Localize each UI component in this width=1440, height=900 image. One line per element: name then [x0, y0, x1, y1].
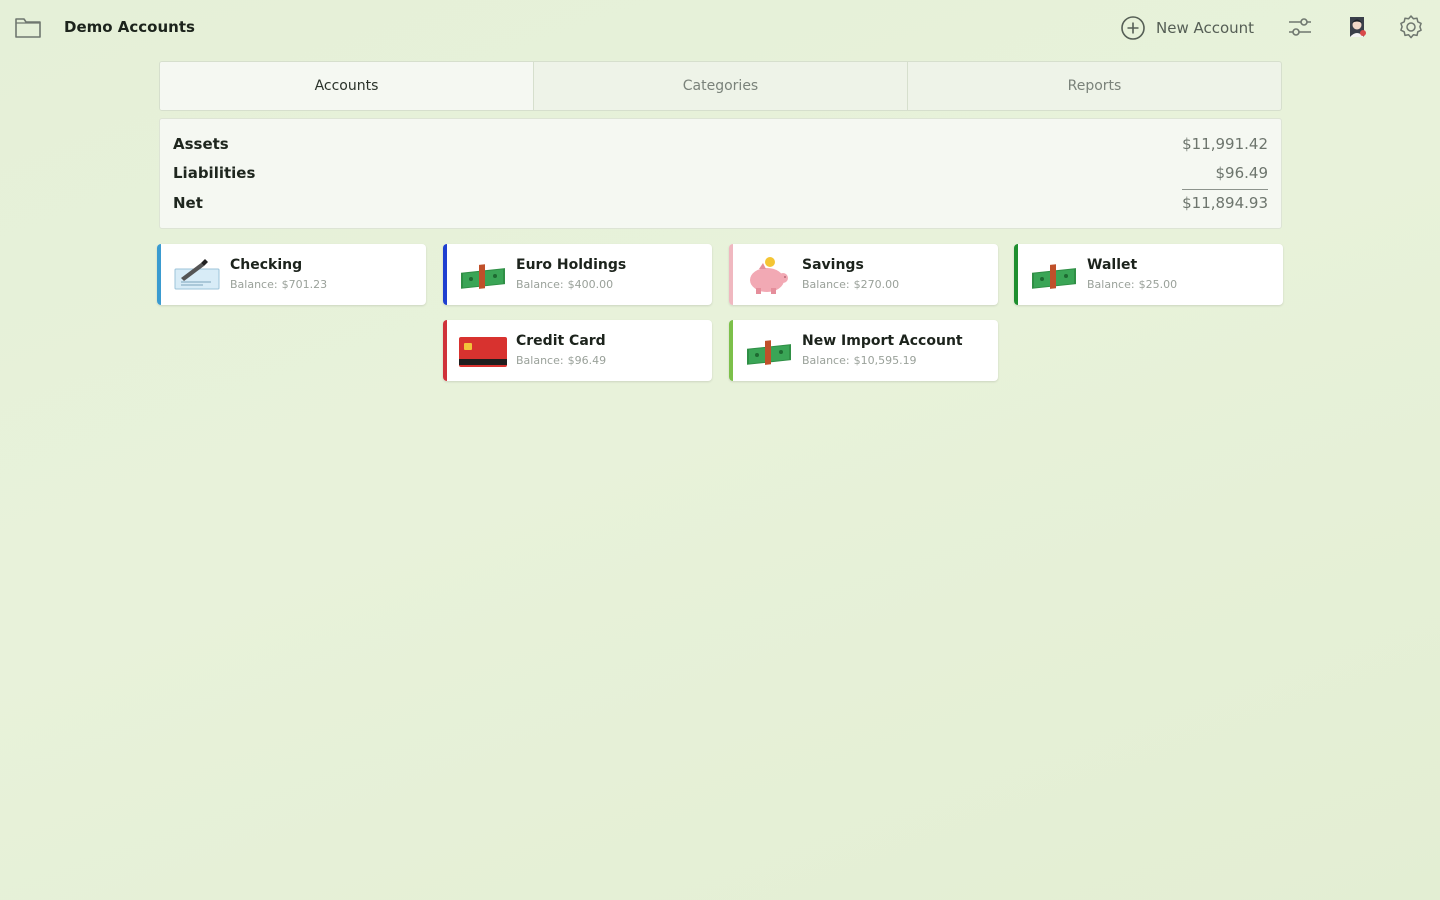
account-accent: [157, 244, 161, 305]
account-name: Savings: [802, 257, 864, 273]
account-card-checking[interactable]: Checking Balance: $701.23: [157, 244, 426, 305]
add-circle-icon: [1121, 16, 1145, 40]
assets-row: Assets $11,991.42: [173, 135, 1268, 157]
cash-icon: [461, 264, 505, 289]
view-tabs: Accounts Categories Reports: [159, 61, 1282, 111]
cash-icon: [1032, 264, 1076, 289]
new-account-label: New Account: [1156, 19, 1255, 37]
account-balance: Balance: $10,595.19: [802, 354, 917, 367]
account-card-euro-holdings[interactable]: Euro Holdings Balance: $400.00: [443, 244, 712, 305]
top-bar: Demo Accounts New Account: [0, 0, 1440, 56]
avatar-icon[interactable]: [1343, 13, 1371, 41]
credit-card-icon: [459, 337, 507, 367]
net-label: Net: [173, 194, 203, 212]
account-card-wallet[interactable]: Wallet Balance: $25.00: [1014, 244, 1283, 305]
sliders-icon[interactable]: [1286, 13, 1314, 41]
account-accent: [1014, 244, 1018, 305]
account-name: Checking: [230, 257, 303, 273]
folder-icon[interactable]: [14, 15, 42, 39]
account-accent: [443, 244, 447, 305]
net-row: Net $11,894.93: [173, 194, 1268, 216]
liabilities-label: Liabilities: [173, 164, 256, 182]
app-title: Demo Accounts: [64, 18, 195, 36]
summary-divider: [1182, 189, 1268, 190]
account-balance: Balance: $400.00: [516, 278, 614, 291]
tab-categories[interactable]: Categories: [533, 62, 907, 110]
tab-accounts[interactable]: Accounts: [160, 62, 533, 110]
account-accent: [729, 320, 733, 381]
piggy-bank-icon: [750, 257, 788, 294]
account-name: Wallet: [1087, 257, 1138, 273]
assets-value: $11,991.42: [1182, 135, 1268, 153]
account-card-new-import-account[interactable]: New Import Account Balance: $10,595.19: [729, 320, 998, 381]
account-balance: Balance: $25.00: [1087, 278, 1178, 291]
balance-summary: Assets $11,991.42 Liabilities $96.49 Net…: [159, 118, 1282, 229]
cash-icon: [747, 340, 791, 365]
gear-icon[interactable]: [1397, 13, 1425, 41]
new-account-button[interactable]: New Account: [1120, 13, 1254, 43]
account-balance: Balance: $270.00: [802, 278, 900, 291]
account-card-credit-card[interactable]: Credit Card Balance: $96.49: [443, 320, 712, 381]
account-accent: [729, 244, 733, 305]
net-value: $11,894.93: [1182, 194, 1268, 212]
account-accent: [443, 320, 447, 381]
account-card-savings[interactable]: Savings Balance: $270.00: [729, 244, 998, 305]
account-name: New Import Account: [802, 333, 963, 349]
account-balance: Balance: $96.49: [516, 354, 607, 367]
account-balance: Balance: $701.23: [230, 278, 328, 291]
account-name: Credit Card: [516, 333, 606, 349]
account-name: Euro Holdings: [516, 257, 627, 273]
liabilities-row: Liabilities $96.49: [173, 164, 1268, 186]
tab-reports[interactable]: Reports: [907, 62, 1281, 110]
liabilities-value: $96.49: [1215, 164, 1269, 182]
assets-label: Assets: [173, 135, 229, 153]
check-icon: [174, 259, 220, 290]
